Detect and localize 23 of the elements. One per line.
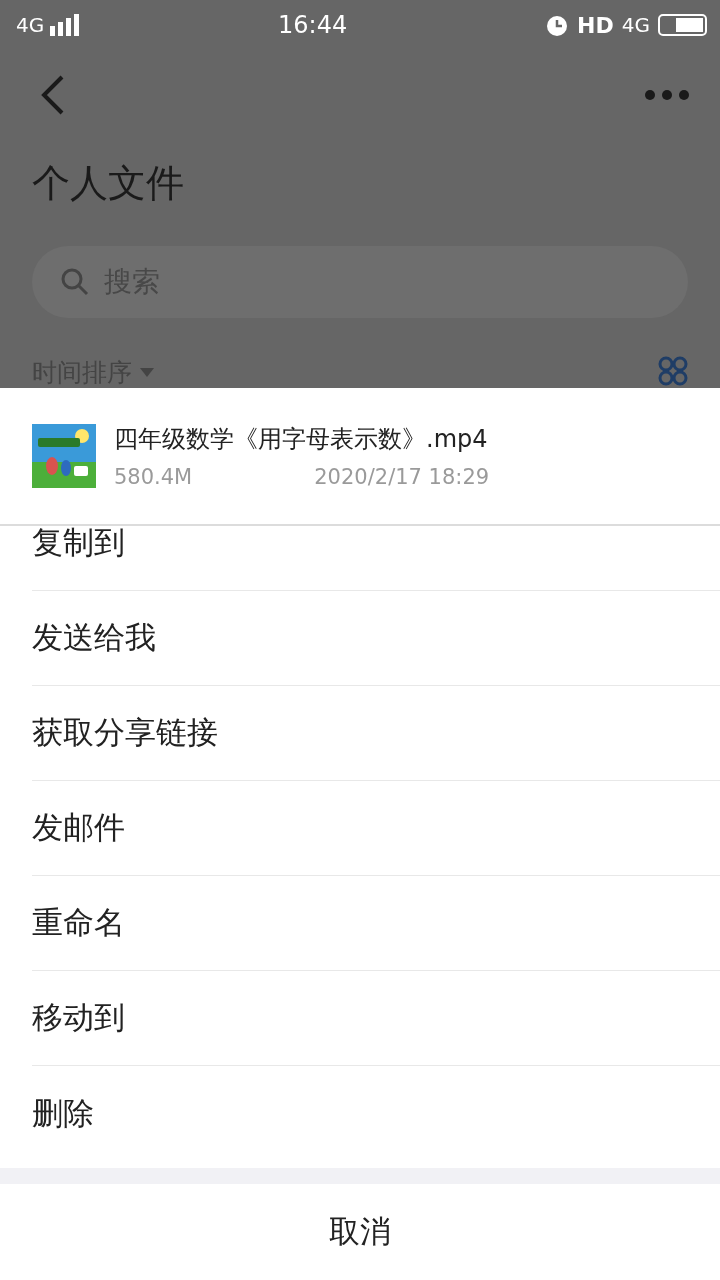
battery-icon [658, 14, 708, 36]
menu-item[interactable]: 复制到 [32, 526, 720, 591]
back-icon[interactable] [40, 74, 66, 116]
page-title: 个人文件 [31, 160, 185, 207]
grid-view-icon[interactable] [658, 356, 688, 386]
menu-item[interactable]: 删除 [32, 1066, 720, 1161]
menu-item[interactable]: 移动到 [32, 971, 720, 1066]
network-type: 4G [16, 13, 45, 37]
alarm-icon [545, 13, 570, 37]
signal-icon [50, 14, 81, 36]
menu-item[interactable]: 发邮件 [32, 781, 720, 876]
menu-item[interactable]: 获取分享链接 [32, 686, 720, 781]
hd-indicator: HD [577, 12, 614, 38]
more-icon[interactable] [644, 89, 690, 101]
file-name: 四年级数学《用字母表示数》.mp4 [114, 424, 489, 455]
file-size: 580.4M [114, 465, 193, 489]
search-icon [60, 267, 90, 297]
menu-item[interactable]: 发送给我 [32, 591, 720, 686]
clock-time: 16:44 [278, 11, 348, 39]
file-date: 2020/2/17 18:29 [314, 465, 490, 489]
network-type: 4G [621, 13, 650, 37]
caret-icon [140, 368, 154, 377]
menu-item[interactable]: 重命名 [32, 876, 720, 971]
